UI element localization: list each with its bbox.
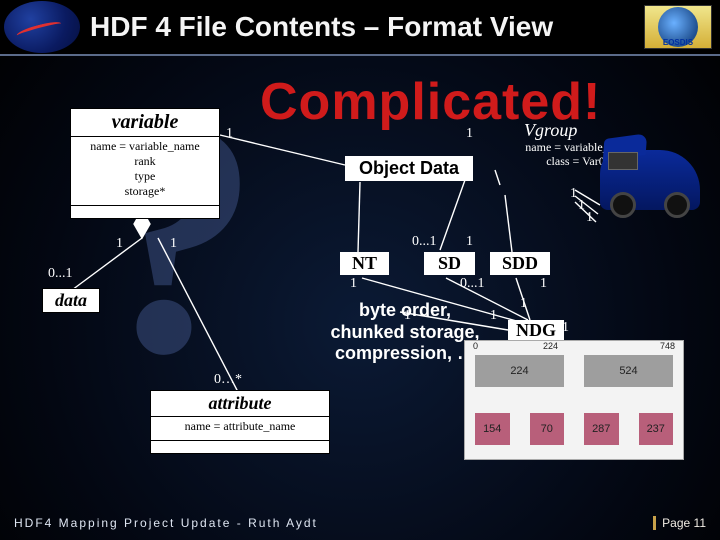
cardinality: 0...1 (48, 266, 73, 282)
cardinality: 1 (116, 236, 123, 252)
inset-cell: 287 (584, 413, 619, 445)
cardinality: 0...1 (460, 276, 485, 292)
uml-object-data-box: Object Data (345, 156, 473, 181)
uml-variable-line: storage* (81, 184, 209, 199)
inset-cell: 224 (475, 355, 564, 387)
cardinality: 1 (578, 198, 585, 214)
inset-tick: 748 (660, 341, 675, 351)
cardinality: 0...1 (412, 234, 437, 250)
uml-sd-box: SD (424, 252, 475, 275)
chunk-inset-illustration: 0 224 748 224 524 154 70 287 237 (464, 340, 684, 460)
uml-sdd-box: SDD (490, 252, 550, 275)
header-bar: HDF 4 File Contents – Format View EOSDIS (0, 0, 720, 56)
inset-cell: 154 (475, 413, 510, 445)
cardinality: 1 (562, 320, 569, 336)
uml-vgroup-title: Vgroup (524, 120, 577, 141)
eosdis-label: EOSDIS (658, 7, 698, 47)
cardinality: 1 (586, 210, 593, 226)
uml-attribute-title: attribute (151, 391, 329, 417)
nasa-logo-icon (4, 1, 80, 53)
cardinality: 1 (466, 126, 473, 142)
inset-cell: 70 (530, 413, 565, 445)
inset-tick: 224 (543, 341, 558, 351)
uml-variable-title: variable (71, 109, 219, 137)
cardinality: 1 (350, 276, 357, 292)
cardinality: 1 (540, 276, 547, 292)
car-illustration-icon (600, 150, 700, 210)
page-number: Page 11 (653, 516, 706, 530)
uml-data-title: data (43, 289, 99, 312)
storage-note-text: byte order, chunked storage, compression… (330, 300, 479, 363)
uml-attribute-empty (151, 441, 329, 453)
cardinality: 1 (226, 126, 233, 142)
uml-variable-line: rank (81, 154, 209, 169)
cardinality: 1 (570, 186, 577, 202)
cardinality: 1 (170, 236, 177, 252)
uml-variable-empty (71, 206, 219, 218)
uml-attribute-body: name = attribute_name (151, 417, 329, 441)
cardinality: 1 (466, 234, 473, 250)
inset-tick: 0 (473, 341, 478, 351)
uml-attribute-line: name = attribute_name (161, 419, 319, 434)
inset-cell: 237 (639, 413, 674, 445)
uml-variable-body: name = variable_name rank type storage* (71, 137, 219, 206)
footer-text: HDF4 Mapping Project Update - Ruth Aydt (14, 516, 318, 530)
slide-title: HDF 4 File Contents – Format View (80, 11, 644, 43)
uml-variable-line: type (81, 169, 209, 184)
uml-attribute-box: attribute name = attribute_name (150, 390, 330, 454)
eosdis-logo-icon: EOSDIS (644, 5, 712, 49)
cardinality: 0…* (214, 372, 242, 388)
uml-variable-box: variable name = variable_name rank type … (70, 108, 220, 219)
uml-nt-box: NT (340, 252, 389, 275)
uml-variable-line: name = variable_name (81, 139, 209, 154)
inset-cell: 524 (584, 355, 673, 387)
uml-data-box: data (42, 288, 100, 313)
slide: HDF 4 File Contents – Format View EOSDIS… (0, 0, 720, 540)
